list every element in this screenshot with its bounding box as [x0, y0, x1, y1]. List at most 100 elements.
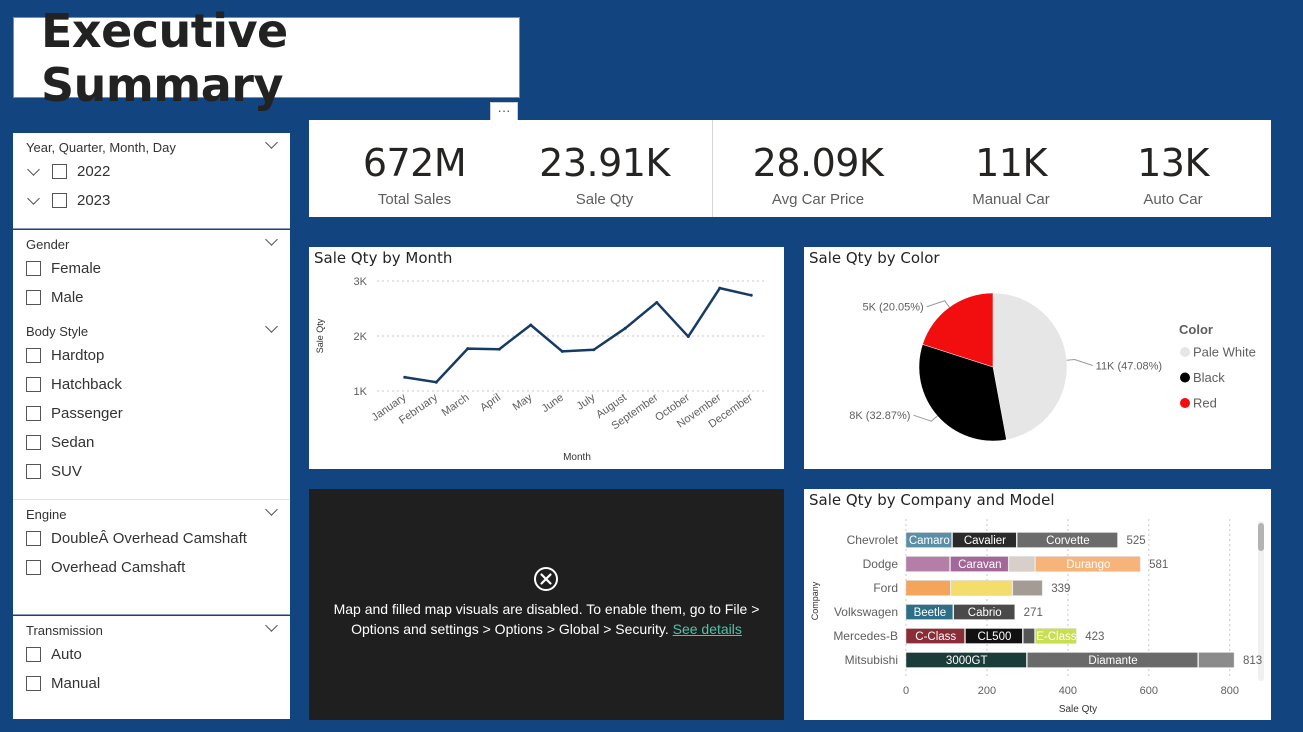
map-disabled-message: Map and filled map visuals are disabled.…	[309, 599, 784, 639]
slicer-option-ohc[interactable]: Overhead Camshaft	[13, 553, 290, 582]
slicer-option-2022[interactable]: 2022	[13, 157, 290, 186]
slicer-option-manual[interactable]: Manual	[13, 669, 290, 698]
kpi-value: 11K	[975, 141, 1047, 185]
kpi-label: Auto Car	[1143, 191, 1203, 208]
engine-slicer-header[interactable]: Engine	[13, 500, 290, 524]
slicer-option-dohc[interactable]: DoubleÂ Overhead Camshaft	[13, 524, 290, 553]
kpi-sale-qty[interactable]: 23.91K Sale Qty	[512, 120, 697, 208]
option-label: Female	[51, 260, 102, 277]
slicer-option-male[interactable]: Male	[13, 283, 290, 312]
bar-segment	[951, 580, 1013, 596]
error-circle-icon	[534, 567, 558, 591]
page-title-box: Executive Summary	[13, 4, 520, 112]
chevron-down-icon[interactable]	[265, 233, 278, 246]
option-label: Passenger	[51, 405, 123, 422]
option-label: Hatchback	[51, 376, 122, 393]
label-leader	[913, 414, 938, 422]
label-leader	[926, 300, 950, 308]
transmission-slicer-header[interactable]: Transmission	[13, 616, 290, 640]
x-tick-label: April	[478, 392, 503, 414]
bar-segment	[1012, 580, 1043, 596]
x-tick-label: 400	[1059, 685, 1077, 697]
y-axis-label: Sale Qty	[315, 318, 325, 353]
checkbox[interactable]	[26, 348, 41, 363]
kpi-total-sales[interactable]: 672M Total Sales	[322, 120, 507, 208]
slicer-option-hatchback[interactable]: Hatchback	[13, 370, 290, 399]
x-tick-label: 0	[903, 685, 909, 697]
checkbox[interactable]	[26, 406, 41, 421]
data-point	[623, 326, 627, 330]
option-label: Manual	[51, 675, 101, 692]
checkbox[interactable]	[26, 435, 41, 450]
kpi-value: 672M	[362, 141, 467, 185]
chevron-down-icon[interactable]	[265, 136, 278, 149]
divider	[13, 614, 290, 615]
slicer-option-hardtop[interactable]: Hardtop	[13, 341, 290, 370]
x-axis-label: Sale Qty	[1059, 704, 1097, 715]
bar-chart: 0 200 400 600 800 Sale Qty Company Chevrolet Cam…	[810, 519, 1264, 715]
checkbox[interactable]	[26, 560, 41, 575]
segment-label: Cabrio	[968, 607, 1002, 619]
gender-slicer-header[interactable]: Gender	[13, 230, 290, 254]
checkbox[interactable]	[26, 647, 41, 662]
chevron-down-icon[interactable]	[265, 619, 278, 632]
checkbox[interactable]	[52, 164, 67, 179]
y-axis-label: Company	[810, 581, 820, 620]
option-label: Overhead Camshaft	[51, 559, 186, 576]
checkbox[interactable]	[26, 377, 41, 392]
data-label: 271	[1024, 607, 1043, 619]
checkbox[interactable]	[26, 261, 41, 276]
kpi-value: 13K	[1137, 141, 1209, 185]
segment-label: CL500	[977, 631, 1011, 643]
checkbox[interactable]	[26, 290, 41, 305]
gender-slicer-title: Gender	[26, 237, 70, 252]
page-title: Executive Summary	[41, 3, 288, 112]
y-tick-label: Volkswagen	[834, 605, 898, 619]
y-tick-label: Chevrolet	[847, 533, 899, 547]
legend-marker	[1180, 398, 1190, 408]
line-chart-panel[interactable]: Sale Qty by Month 1K 2K 3K Sale Qty January F…	[309, 247, 784, 469]
data-point	[655, 300, 659, 304]
data-point	[560, 349, 564, 353]
expand-chevron-icon[interactable]	[27, 162, 40, 176]
data-point	[403, 375, 407, 379]
data-point	[686, 335, 690, 339]
segment-label: C-Class	[915, 631, 956, 643]
data-label: 11K (47.08%)	[1096, 360, 1162, 372]
chevron-down-icon[interactable]	[265, 320, 278, 333]
see-details-link[interactable]: See details	[673, 621, 742, 637]
kpi-label: Manual Car	[972, 191, 1050, 208]
data-label: 5K (20.05%)	[863, 302, 924, 314]
checkbox[interactable]	[26, 676, 41, 691]
data-point	[529, 323, 533, 327]
x-tick-label: 200	[978, 685, 996, 697]
kpi-value: 23.91K	[539, 141, 670, 185]
bar-chart-panel[interactable]: Sale Qty by Company and Model 0 200 400 600…	[804, 489, 1271, 720]
segment-label: Diamante	[1088, 655, 1137, 667]
slicer-option-2023[interactable]: 2023	[13, 186, 290, 215]
y-tick-label: Ford	[873, 581, 898, 595]
data-point	[434, 380, 438, 384]
data-label: 8K (32.87%)	[849, 410, 910, 422]
kpi-auto-car[interactable]: 13K Auto Car	[1099, 120, 1247, 208]
checkbox[interactable]	[26, 464, 41, 479]
kpi-avg-car-price[interactable]: 28.09K Avg Car Price	[721, 120, 915, 208]
body-style-slicer-title: Body Style	[26, 324, 89, 339]
body-style-slicer-header[interactable]: Body Style	[13, 317, 290, 341]
engine-slicer: Engine DoubleÂ Overhead Camshaft Overhea…	[13, 500, 290, 614]
date-slicer-header[interactable]: Year, Quarter, Month, Day	[13, 133, 290, 157]
checkbox[interactable]	[52, 193, 67, 208]
slicer-option-sedan[interactable]: Sedan	[13, 428, 290, 457]
segment-label: Caravan	[958, 559, 1001, 571]
chevron-down-icon[interactable]	[265, 503, 278, 516]
slicer-option-auto[interactable]: Auto	[13, 640, 290, 669]
slicer-option-passenger[interactable]: Passenger	[13, 399, 290, 428]
pie-chart-panel[interactable]: Sale Qty by Color 11K (47.08%) 8K (32.87%…	[804, 247, 1271, 469]
slicer-option-female[interactable]: Female	[13, 254, 290, 283]
gender-slicer: Gender Female Male Body Style Hardtop Ha…	[13, 230, 290, 500]
kpi-manual-car[interactable]: 11K Manual Car	[927, 120, 1095, 208]
expand-chevron-icon[interactable]	[27, 191, 40, 205]
checkbox[interactable]	[26, 531, 41, 546]
slicer-option-suv[interactable]: SUV	[13, 457, 290, 486]
x-tick-label: 800	[1221, 685, 1239, 697]
